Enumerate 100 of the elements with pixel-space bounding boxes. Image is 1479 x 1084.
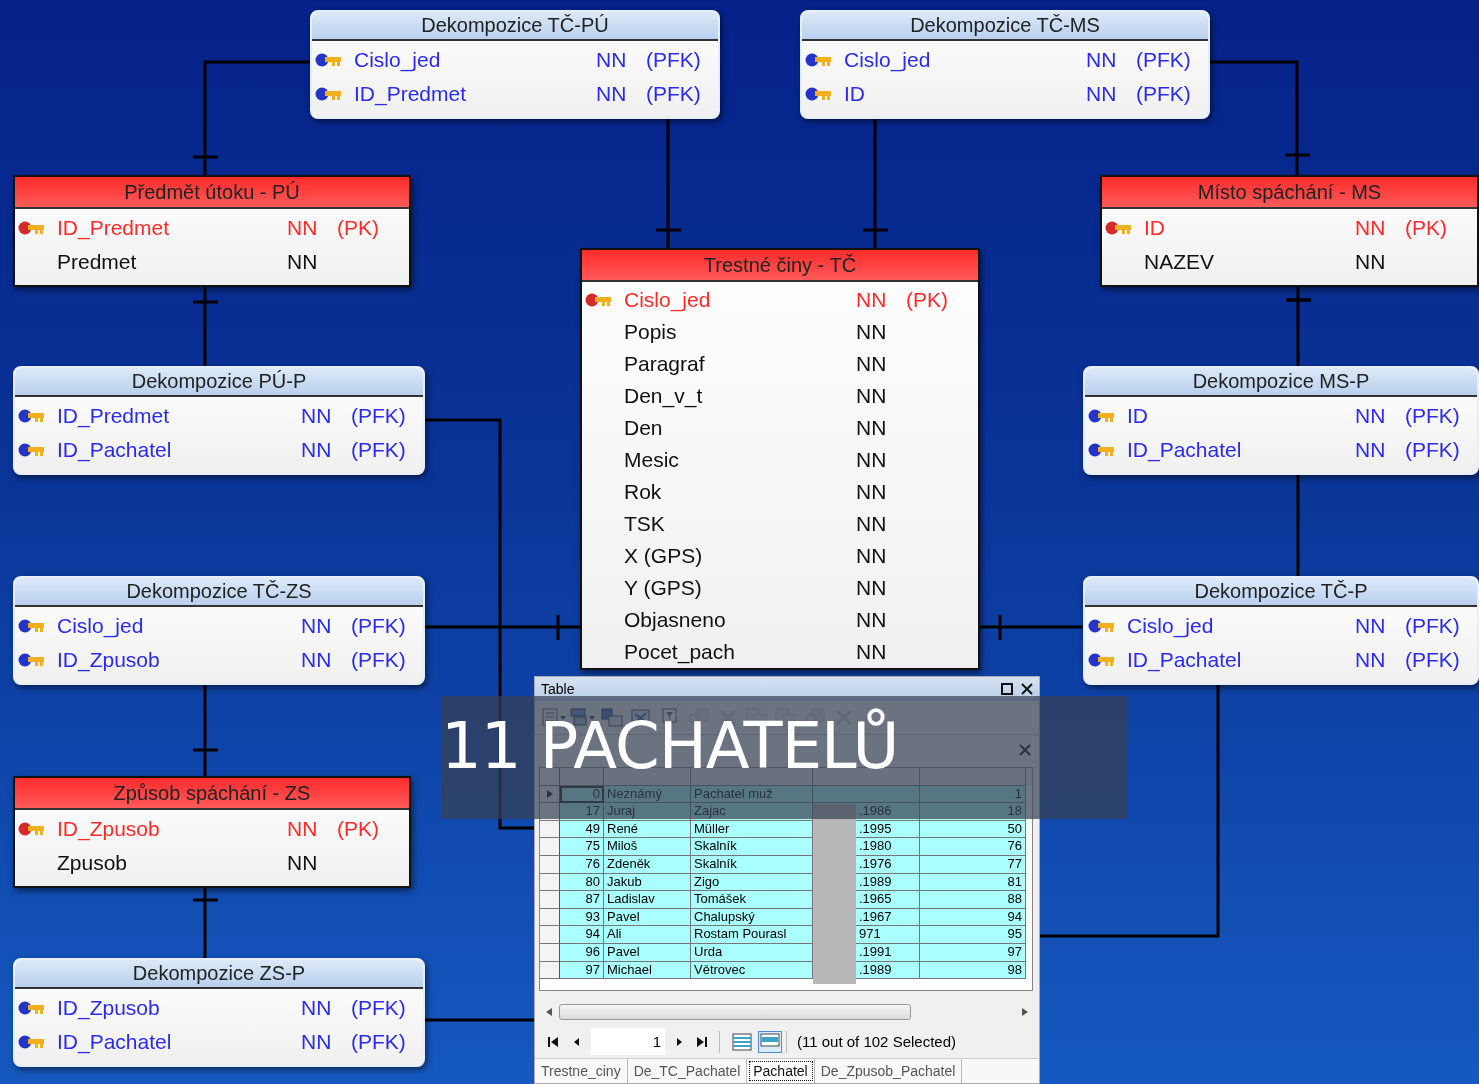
- table-cell: 95: [920, 926, 1026, 944]
- null-constraint: NN: [596, 48, 628, 72]
- key-type: (PFK): [351, 438, 407, 462]
- null-constraint: NN: [596, 82, 628, 106]
- key-type: (PK): [337, 216, 380, 240]
- table-cell: 75: [560, 838, 604, 856]
- table-cell: Ali: [604, 926, 691, 944]
- column-name: NAZEV: [1144, 250, 1215, 274]
- entity-title: Dekompozice TČ-PÚ: [312, 12, 718, 41]
- table-cell: Miloš: [604, 838, 691, 856]
- column-name: Cislo_jed: [1127, 614, 1215, 638]
- key-type: (PFK): [646, 82, 702, 106]
- column-name: ID_Pachatel: [57, 1030, 173, 1054]
- table-cell: Rostam Pourasl: [691, 926, 813, 944]
- null-constraint: NN: [1086, 48, 1118, 72]
- null-constraint: NN: [1086, 82, 1118, 106]
- null-constraint: NN: [287, 817, 319, 841]
- column-name: Den_v_t: [624, 384, 704, 408]
- column-name: ID_Pachatel: [1127, 438, 1243, 462]
- key-type: (PFK): [351, 1030, 407, 1054]
- null-constraint: NN: [856, 288, 888, 312]
- table-cell: 94: [560, 926, 604, 944]
- key-type: (PFK): [351, 648, 407, 672]
- null-constraint: NN: [1355, 216, 1387, 240]
- null-constraint: NN: [301, 996, 333, 1020]
- key-type: (PFK): [646, 48, 702, 72]
- null-constraint: NN: [856, 480, 888, 504]
- table-cell: 87: [560, 891, 604, 909]
- column-name: Paragraf: [624, 352, 706, 376]
- column-name: Predmet: [57, 250, 138, 274]
- column-name: Mesic: [624, 448, 680, 472]
- column-name: ID_Predmet: [57, 216, 171, 240]
- null-constraint: NN: [856, 352, 888, 376]
- null-constraint: NN: [1355, 648, 1387, 672]
- key-type: (PFK): [1405, 404, 1461, 428]
- table-cell: Zdeněk: [604, 856, 691, 874]
- entity-title: Dekompozice ZS-P: [15, 960, 423, 989]
- null-constraint: NN: [1355, 250, 1387, 274]
- null-constraint: NN: [301, 438, 333, 462]
- entity-title: Dekompozice TČ-ZS: [15, 578, 423, 607]
- key-type: (PK): [906, 288, 949, 312]
- null-constraint: NN: [1355, 438, 1387, 462]
- null-constraint: NN: [856, 448, 888, 472]
- table-cell: Skalník: [691, 856, 813, 874]
- entity-title: Způsob spáchání - ZS: [15, 778, 409, 810]
- null-constraint: NN: [856, 416, 888, 440]
- entity-title: Dekompozice MS-P: [1085, 368, 1477, 397]
- key-type: (PFK): [1136, 48, 1192, 72]
- column-name: ID_Predmet: [57, 404, 171, 428]
- key-type: (PFK): [351, 996, 407, 1020]
- key-type: (PFK): [1405, 614, 1461, 638]
- table-cell: 77: [920, 856, 1026, 874]
- key-type: (PFK): [1136, 82, 1192, 106]
- column-name: ID_Zpusob: [57, 648, 161, 672]
- null-constraint: NN: [301, 404, 333, 428]
- table-cell: Tomášek: [691, 891, 813, 909]
- column-name: ID_Pachatel: [1127, 648, 1243, 672]
- table-cell: 76: [920, 838, 1026, 856]
- column-name: Cislo_jed: [844, 48, 932, 72]
- column-name: Popis: [624, 320, 678, 344]
- column-name: ID: [1144, 216, 1166, 240]
- column-name: ID: [844, 82, 866, 106]
- column-name: ID: [1127, 404, 1149, 428]
- column-name: ID_Zpusob: [57, 996, 161, 1020]
- null-constraint: NN: [856, 608, 888, 632]
- null-constraint: NN: [1355, 614, 1387, 638]
- entity-title: Dekompozice TČ-MS: [802, 12, 1208, 41]
- key-type: (PFK): [351, 404, 407, 428]
- table-cell: 88: [920, 891, 1026, 909]
- null-constraint: NN: [301, 614, 333, 638]
- column-name: X (GPS): [624, 544, 704, 568]
- key-type: (PFK): [1405, 438, 1461, 462]
- table-cell: 76: [560, 856, 604, 874]
- column-name: ID_Predmet: [354, 82, 468, 106]
- window-title: Table: [541, 680, 575, 697]
- null-constraint: NN: [856, 640, 888, 664]
- table-cell: Ladislav: [604, 891, 691, 909]
- entity-title: Dekompozice PÚ-P: [15, 368, 423, 397]
- null-constraint: NN: [1355, 404, 1387, 428]
- entity-title: Místo spáchání - MS: [1102, 177, 1477, 209]
- null-constraint: NN: [856, 544, 888, 568]
- column-name: Objasneno: [624, 608, 727, 632]
- null-constraint: NN: [287, 250, 319, 274]
- column-name: Den: [624, 416, 664, 440]
- null-constraint: NN: [856, 320, 888, 344]
- column-name: Rok: [624, 480, 663, 504]
- selection-status: (11 out of 102 Selected): [797, 1033, 956, 1051]
- null-constraint: NN: [856, 512, 888, 536]
- key-type: (PFK): [351, 614, 407, 638]
- entity-title: Předmět útoku - PÚ: [15, 177, 409, 209]
- column-name: Cislo_jed: [354, 48, 442, 72]
- null-constraint: NN: [856, 576, 888, 600]
- key-type: (PK): [337, 817, 380, 841]
- column-name: Zpusob: [57, 851, 129, 875]
- column-name: TSK: [624, 512, 666, 536]
- entity-title: Dekompozice TČ-P: [1085, 578, 1477, 607]
- column-name: Y (GPS): [624, 576, 703, 600]
- column-name: Cislo_jed: [57, 614, 145, 638]
- column-name: ID_Zpusob: [57, 817, 161, 841]
- null-constraint: NN: [301, 1030, 333, 1054]
